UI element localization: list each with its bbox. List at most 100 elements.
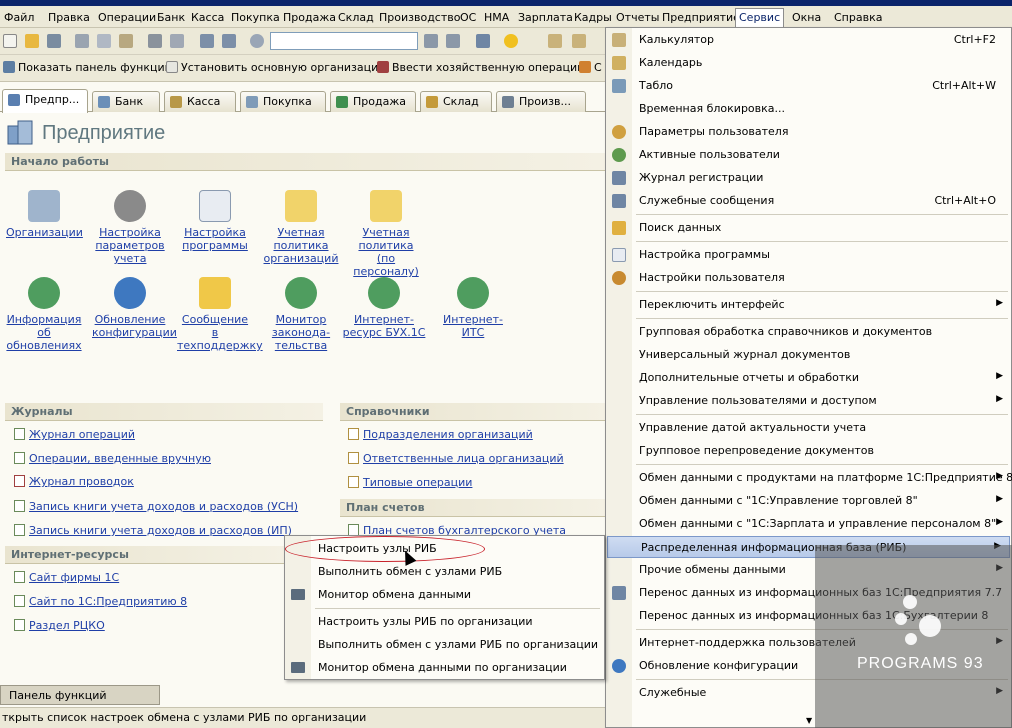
menu-item-calendar[interactable]: Календарь	[606, 52, 1011, 74]
menu-purchase[interactable]: Покупка	[231, 11, 280, 24]
link-usn-book[interactable]: Запись книги учета доходов и расходов (У…	[14, 500, 298, 513]
menu-salary[interactable]: Зарплата	[518, 11, 573, 24]
link-responsible-persons[interactable]: Ответственные лица организаций	[348, 452, 564, 465]
submenu-item-exchange-nodes[interactable]: Выполнить обмен с узлами РИБ	[285, 561, 604, 583]
tab-production[interactable]: Произв...	[496, 91, 586, 112]
link-org-units[interactable]: Подразделения организаций	[348, 428, 533, 441]
submenu-item-exchange-monitor[interactable]: Монитор обмена данными	[285, 584, 604, 606]
enter-operation-button[interactable]: Ввести хозяйственную операцию	[377, 61, 586, 74]
menu-enterprise[interactable]: Предприятие	[662, 11, 740, 24]
menu-item-calculator[interactable]: Калькулятор Ctrl+F2	[606, 29, 1011, 51]
search-prev-icon[interactable]	[446, 34, 460, 48]
menu-item-active-users[interactable]: Активные пользователи	[606, 144, 1011, 166]
link-rcko[interactable]: Раздел РЦКО	[14, 619, 105, 632]
submenu-item-exchange-monitor-org[interactable]: Монитор обмена данными по организации	[285, 657, 604, 679]
menu-production[interactable]: Производство	[379, 11, 460, 24]
menu-item-switch-interface[interactable]: Переключить интерфейс ▶	[606, 294, 1011, 316]
menu-edit[interactable]: Правка	[48, 11, 90, 24]
menu-item-user-access[interactable]: Управление пользователями и доступом ▶	[606, 390, 1011, 412]
menu-service[interactable]: Сервис	[735, 8, 785, 28]
paste-icon[interactable]	[119, 34, 133, 48]
copy-icon[interactable]	[97, 34, 111, 48]
set-main-org-button[interactable]: Установить основную организацию	[166, 61, 388, 74]
menu-item-user-settings[interactable]: Настройки пользователя	[606, 267, 1011, 289]
menu-item-universal-journal[interactable]: Универсальный журнал документов	[606, 344, 1011, 366]
link-ip-book[interactable]: Запись книги учета доходов и расходов (И…	[14, 524, 292, 537]
link-postings-journal[interactable]: Журнал проводок	[14, 475, 134, 488]
menu-item-event-log[interactable]: Журнал регистрации	[606, 167, 1011, 189]
link-1c-enterprise-site[interactable]: Сайт по 1С:Предприятию 8	[14, 595, 187, 608]
menu-warehouse[interactable]: Склад	[338, 11, 374, 24]
open-icon[interactable]	[25, 34, 39, 48]
tile-program-settings[interactable]: Настройка программы	[177, 190, 253, 252]
menu-item-actuality-date[interactable]: Управление датой актуальности учета	[606, 417, 1011, 439]
tab-bank[interactable]: Банк	[92, 91, 160, 112]
menu-item-service-messages[interactable]: Служебные сообщения Ctrl+Alt+O	[606, 190, 1011, 212]
search-input[interactable]	[270, 32, 418, 50]
preview-icon[interactable]	[170, 34, 184, 48]
tile-accounting-params[interactable]: Настройка параметров учета	[92, 190, 168, 265]
tile-buh-resource[interactable]: Интернет-ресурс БУХ.1С	[336, 277, 432, 339]
print-icon[interactable]	[148, 34, 162, 48]
function-panel-button[interactable]: Панель функций	[0, 685, 160, 705]
menu-sales[interactable]: Продажа	[283, 11, 336, 24]
link-typical-operations[interactable]: Типовые операции	[348, 476, 472, 489]
undo-icon[interactable]	[200, 34, 214, 48]
menu-item-group-processing[interactable]: Групповая обработка справочников и докум…	[606, 321, 1011, 343]
tab-purchase[interactable]: Покупка	[240, 91, 326, 112]
tile-its[interactable]: Интернет-ИТС	[432, 277, 514, 339]
menu-hr[interactable]: Кадры	[574, 11, 612, 24]
search-next-icon[interactable]	[424, 34, 438, 48]
menu-reports[interactable]: Отчеты	[616, 11, 659, 24]
cut-icon[interactable]	[75, 34, 89, 48]
menu-intangibles[interactable]: НМА	[484, 11, 509, 24]
chevron-right-icon: ▶	[996, 494, 1003, 504]
submenu-item-exchange-nodes-org[interactable]: Выполнить обмен с узлами РИБ по организа…	[285, 634, 604, 656]
tab-enterprise[interactable]: Предпр...	[2, 89, 88, 113]
tile-support-message[interactable]: Сообщение в техподдержку	[177, 277, 263, 352]
find-icon[interactable]	[250, 34, 264, 48]
menu-help[interactable]: Справка	[834, 11, 882, 24]
link-1c-site[interactable]: Сайт фирмы 1С	[14, 571, 119, 584]
menu-item-board[interactable]: Табло Ctrl+Alt+W	[606, 75, 1011, 97]
show-panel-button[interactable]: Показать панель функций	[3, 61, 172, 74]
windows-icon[interactable]	[476, 34, 490, 48]
calendar-icon[interactable]	[572, 34, 586, 48]
tile-update-info[interactable]: Информация об обновлениях	[6, 277, 82, 352]
tile-org-policy[interactable]: Учетная политика организаций	[263, 190, 339, 265]
submenu-item-setup-nodes-org[interactable]: Настроить узлы РИБ по организации	[285, 611, 604, 633]
menu-item-exchange-zup[interactable]: Обмен данными с "1С:Зарплата и управлени…	[606, 513, 1011, 535]
tab-cash[interactable]: Касса	[164, 91, 236, 112]
menu-item-data-search[interactable]: Поиск данных	[606, 217, 1011, 239]
menu-bank[interactable]: Банк	[157, 11, 185, 24]
link-manual-operations[interactable]: Операции, введенные вручную	[14, 452, 211, 465]
tab-warehouse[interactable]: Склад	[420, 91, 492, 112]
menu-windows[interactable]: Окна	[792, 11, 821, 24]
menu-item-exchange-82[interactable]: Обмен данными с продуктами на платформе …	[606, 467, 1012, 489]
menu-item-group-reposting[interactable]: Групповое перепроведение документов	[606, 440, 1011, 462]
menu-file[interactable]: Файл	[4, 11, 34, 24]
tile-legislation-monitor[interactable]: Монитор законода-тельства	[263, 277, 339, 352]
folder-staff-icon	[370, 190, 402, 222]
toolbar-cut-button[interactable]: С	[579, 61, 602, 74]
menu-item-exchange-ut[interactable]: Обмен данными с "1С:Управление торговлей…	[606, 490, 1011, 512]
menu-item-program-settings[interactable]: Настройка программы	[606, 244, 1011, 266]
menu-fixed-assets[interactable]: ОС	[460, 11, 476, 24]
info-icon[interactable]	[504, 34, 518, 48]
new-icon[interactable]	[3, 34, 17, 48]
scroll-down-icon[interactable]: ▼	[806, 716, 812, 725]
save-icon[interactable]	[47, 34, 61, 48]
menu-cash[interactable]: Касса	[191, 11, 224, 24]
tile-config-update[interactable]: Обновление конфигурации	[92, 277, 177, 339]
tile-organizations[interactable]: Организации	[6, 190, 83, 239]
tab-sales[interactable]: Продажа	[330, 91, 416, 112]
redo-icon[interactable]	[222, 34, 236, 48]
calculator-icon[interactable]	[548, 34, 562, 48]
tile-staff-policy[interactable]: Учетная политика (по персоналу)	[348, 190, 424, 278]
menu-item-extra-reports[interactable]: Дополнительные отчеты и обработки ▶	[606, 367, 1011, 389]
menu-operations[interactable]: Операции	[98, 11, 156, 24]
menu-item-user-params[interactable]: Параметры пользователя	[606, 121, 1011, 143]
catalog-persons-icon	[348, 452, 359, 464]
link-operations-journal[interactable]: Журнал операций	[14, 428, 135, 441]
menu-item-temp-lock[interactable]: Временная блокировка...	[606, 98, 1011, 120]
